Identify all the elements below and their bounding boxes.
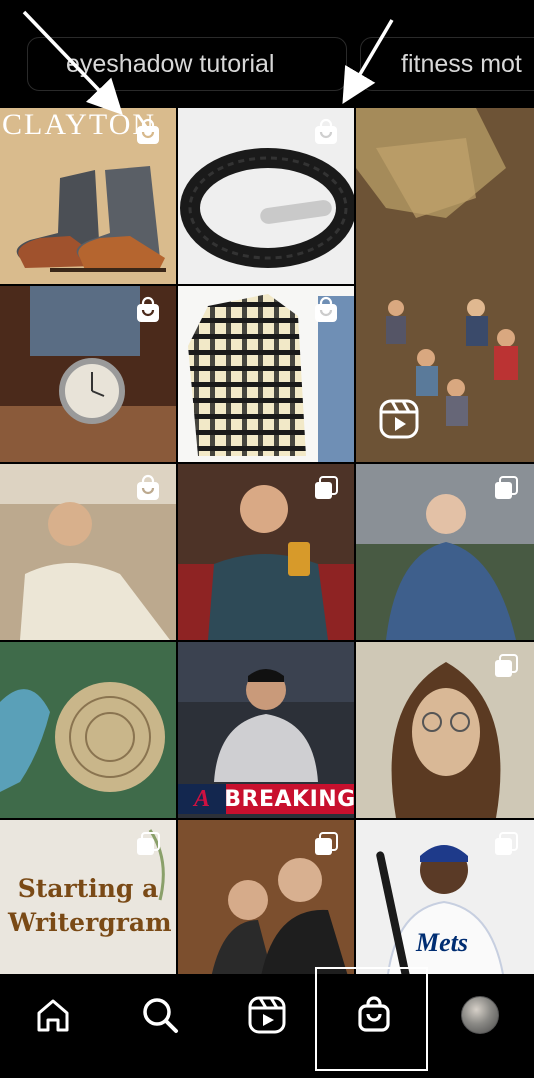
team-logo-badge: A: [178, 784, 226, 814]
multiple-posts-icon: [495, 832, 518, 855]
shopping-bag-icon: [137, 118, 159, 144]
grid-tile-woman-in-field[interactable]: [356, 464, 534, 640]
home-icon: [37, 999, 69, 1032]
search-chip-fitness-motivation[interactable]: fitness mot: [360, 37, 534, 91]
shopping-bag-icon: [137, 474, 159, 500]
grid-tile-portrait-painting[interactable]: [356, 642, 534, 818]
grid-tile-man-with-beer[interactable]: [178, 464, 354, 640]
grid-tile-fantasy-map[interactable]: [0, 642, 176, 818]
shopping-bag-icon: [315, 118, 337, 144]
nav-reels[interactable]: [242, 990, 292, 1040]
breaking-banner: BREAKING: [224, 784, 354, 814]
grid-tile-two-men-portrait[interactable]: [178, 820, 354, 974]
grid-tile-bracelet[interactable]: [178, 108, 354, 284]
grid-tile-mets-player[interactable]: Mets: [356, 820, 534, 974]
brand-overlay-text: CLAYTON: [2, 108, 157, 141]
multiple-posts-icon: [315, 476, 338, 499]
chip-label: eyeshadow tutorial: [66, 49, 275, 78]
shopping-bag-icon: [315, 296, 337, 322]
chip-label: fitness mot: [401, 49, 522, 78]
writergram-title: Starting a Writergram: [8, 874, 172, 937]
selected-tab-highlight: [315, 967, 428, 1071]
explore-grid: CLAYTON A BREAKING Starting a Writergram…: [0, 108, 534, 974]
nav-home[interactable]: [28, 990, 78, 1040]
search-suggestion-bar: eyeshadow tutorial fitness mot: [0, 0, 534, 108]
team-jersey-text: Mets: [416, 928, 468, 957]
search-chip-eyeshadow-tutorial[interactable]: eyeshadow tutorial: [27, 37, 347, 91]
nav-search[interactable]: [135, 990, 185, 1040]
grid-tile-baseball-breaking-news[interactable]: A BREAKING: [178, 642, 354, 818]
nav-profile[interactable]: [455, 990, 505, 1040]
grid-tile-man-in-car[interactable]: [0, 464, 176, 640]
grid-tile-writergram[interactable]: Starting a Writergram: [0, 820, 176, 974]
shopping-bag-icon: [137, 296, 159, 322]
reel-icon: [379, 399, 419, 439]
multiple-posts-icon: [315, 832, 338, 855]
multiple-posts-icon: [137, 832, 160, 855]
grid-tile-watch[interactable]: [0, 286, 176, 462]
grid-tile-dig-site-reel[interactable]: [356, 108, 534, 462]
avatar: [461, 996, 499, 1034]
grid-tile-flannel-shirt[interactable]: [178, 286, 354, 462]
multiple-posts-icon: [495, 654, 518, 677]
search-icon: [143, 998, 178, 1033]
grid-tile-boots[interactable]: CLAYTON: [0, 108, 176, 284]
fantasy-map-image: [0, 642, 176, 818]
reels-icon: [248, 996, 286, 1034]
bottom-navigation: [0, 974, 534, 1078]
multiple-posts-icon: [495, 476, 518, 499]
